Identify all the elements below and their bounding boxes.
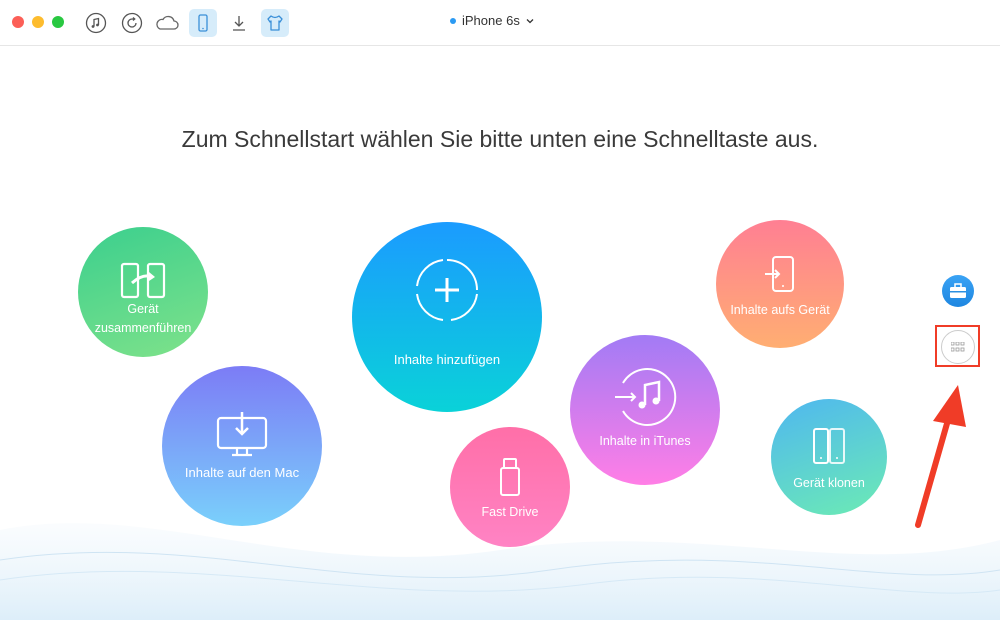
cloud-icon [156,15,179,30]
download-icon [233,16,245,31]
device-status-dot [450,17,456,24]
add-content-button[interactable]: Inhalte hinzufügen [352,222,542,412]
device-selector[interactable]: iPhone 6s [450,13,534,28]
toolbox-button[interactable] [942,275,974,307]
tshirt-icon [267,15,283,31]
add-content-label: Inhalte hinzufügen [393,352,501,367]
content-to-device-button[interactable]: Inhalte aufs Gerät [716,220,844,348]
content-to-mac-label: Inhalte auf den Mac [184,465,300,480]
phone-icon [198,14,208,32]
content-to-itunes-label: Inhalte in iTunes [599,434,691,448]
toolbox-icon [950,283,966,298]
phone-import-icon [765,256,794,292]
backup-restore-button[interactable] [118,9,146,37]
page-headline: Zum Schnellstart wählen Sie bitte unten … [181,126,819,152]
clone-device-label: Gerät klonen [793,476,865,490]
toolkit-button[interactable] [261,9,289,37]
itunes-import-icon [615,368,677,426]
music-button[interactable] [82,9,110,37]
restore-icon [121,12,143,34]
usb-drive-icon [500,458,520,496]
content-to-itunes-button[interactable]: Inhalte in iTunes [570,335,720,485]
add-circle-icon [416,259,478,321]
clone-device-button[interactable]: Gerät klonen [771,399,887,515]
title-bar: iPhone 6s [0,0,1000,46]
merge-device-button[interactable]: Gerät zusammenführen [78,227,208,357]
fast-drive-label: Fast Drive [481,505,539,519]
merge-device-icon [120,262,166,299]
music-icon [85,12,107,34]
icloud-button[interactable] [153,9,181,37]
annotation-arrow [915,385,966,528]
content-to-device-label: Inhalte aufs Gerät [730,303,830,317]
computer-icon [216,412,268,457]
chevron-down-icon [526,18,534,23]
content-to-mac-button[interactable]: Inhalte auf den Mac [162,366,322,526]
zoom-window-button[interactable] [52,16,64,28]
device-name: iPhone 6s [462,13,520,28]
device-button[interactable] [189,9,217,37]
fast-drive-button[interactable]: Fast Drive [450,427,570,547]
close-window-button[interactable] [12,16,24,28]
minimize-window-button[interactable] [32,16,44,28]
merge-device-label-2: zusammenführen [94,321,192,335]
clone-device-icon [813,428,845,464]
highlight-box [935,325,980,367]
merge-device-label-1: Gerät [127,302,159,316]
download-button[interactable] [225,9,253,37]
